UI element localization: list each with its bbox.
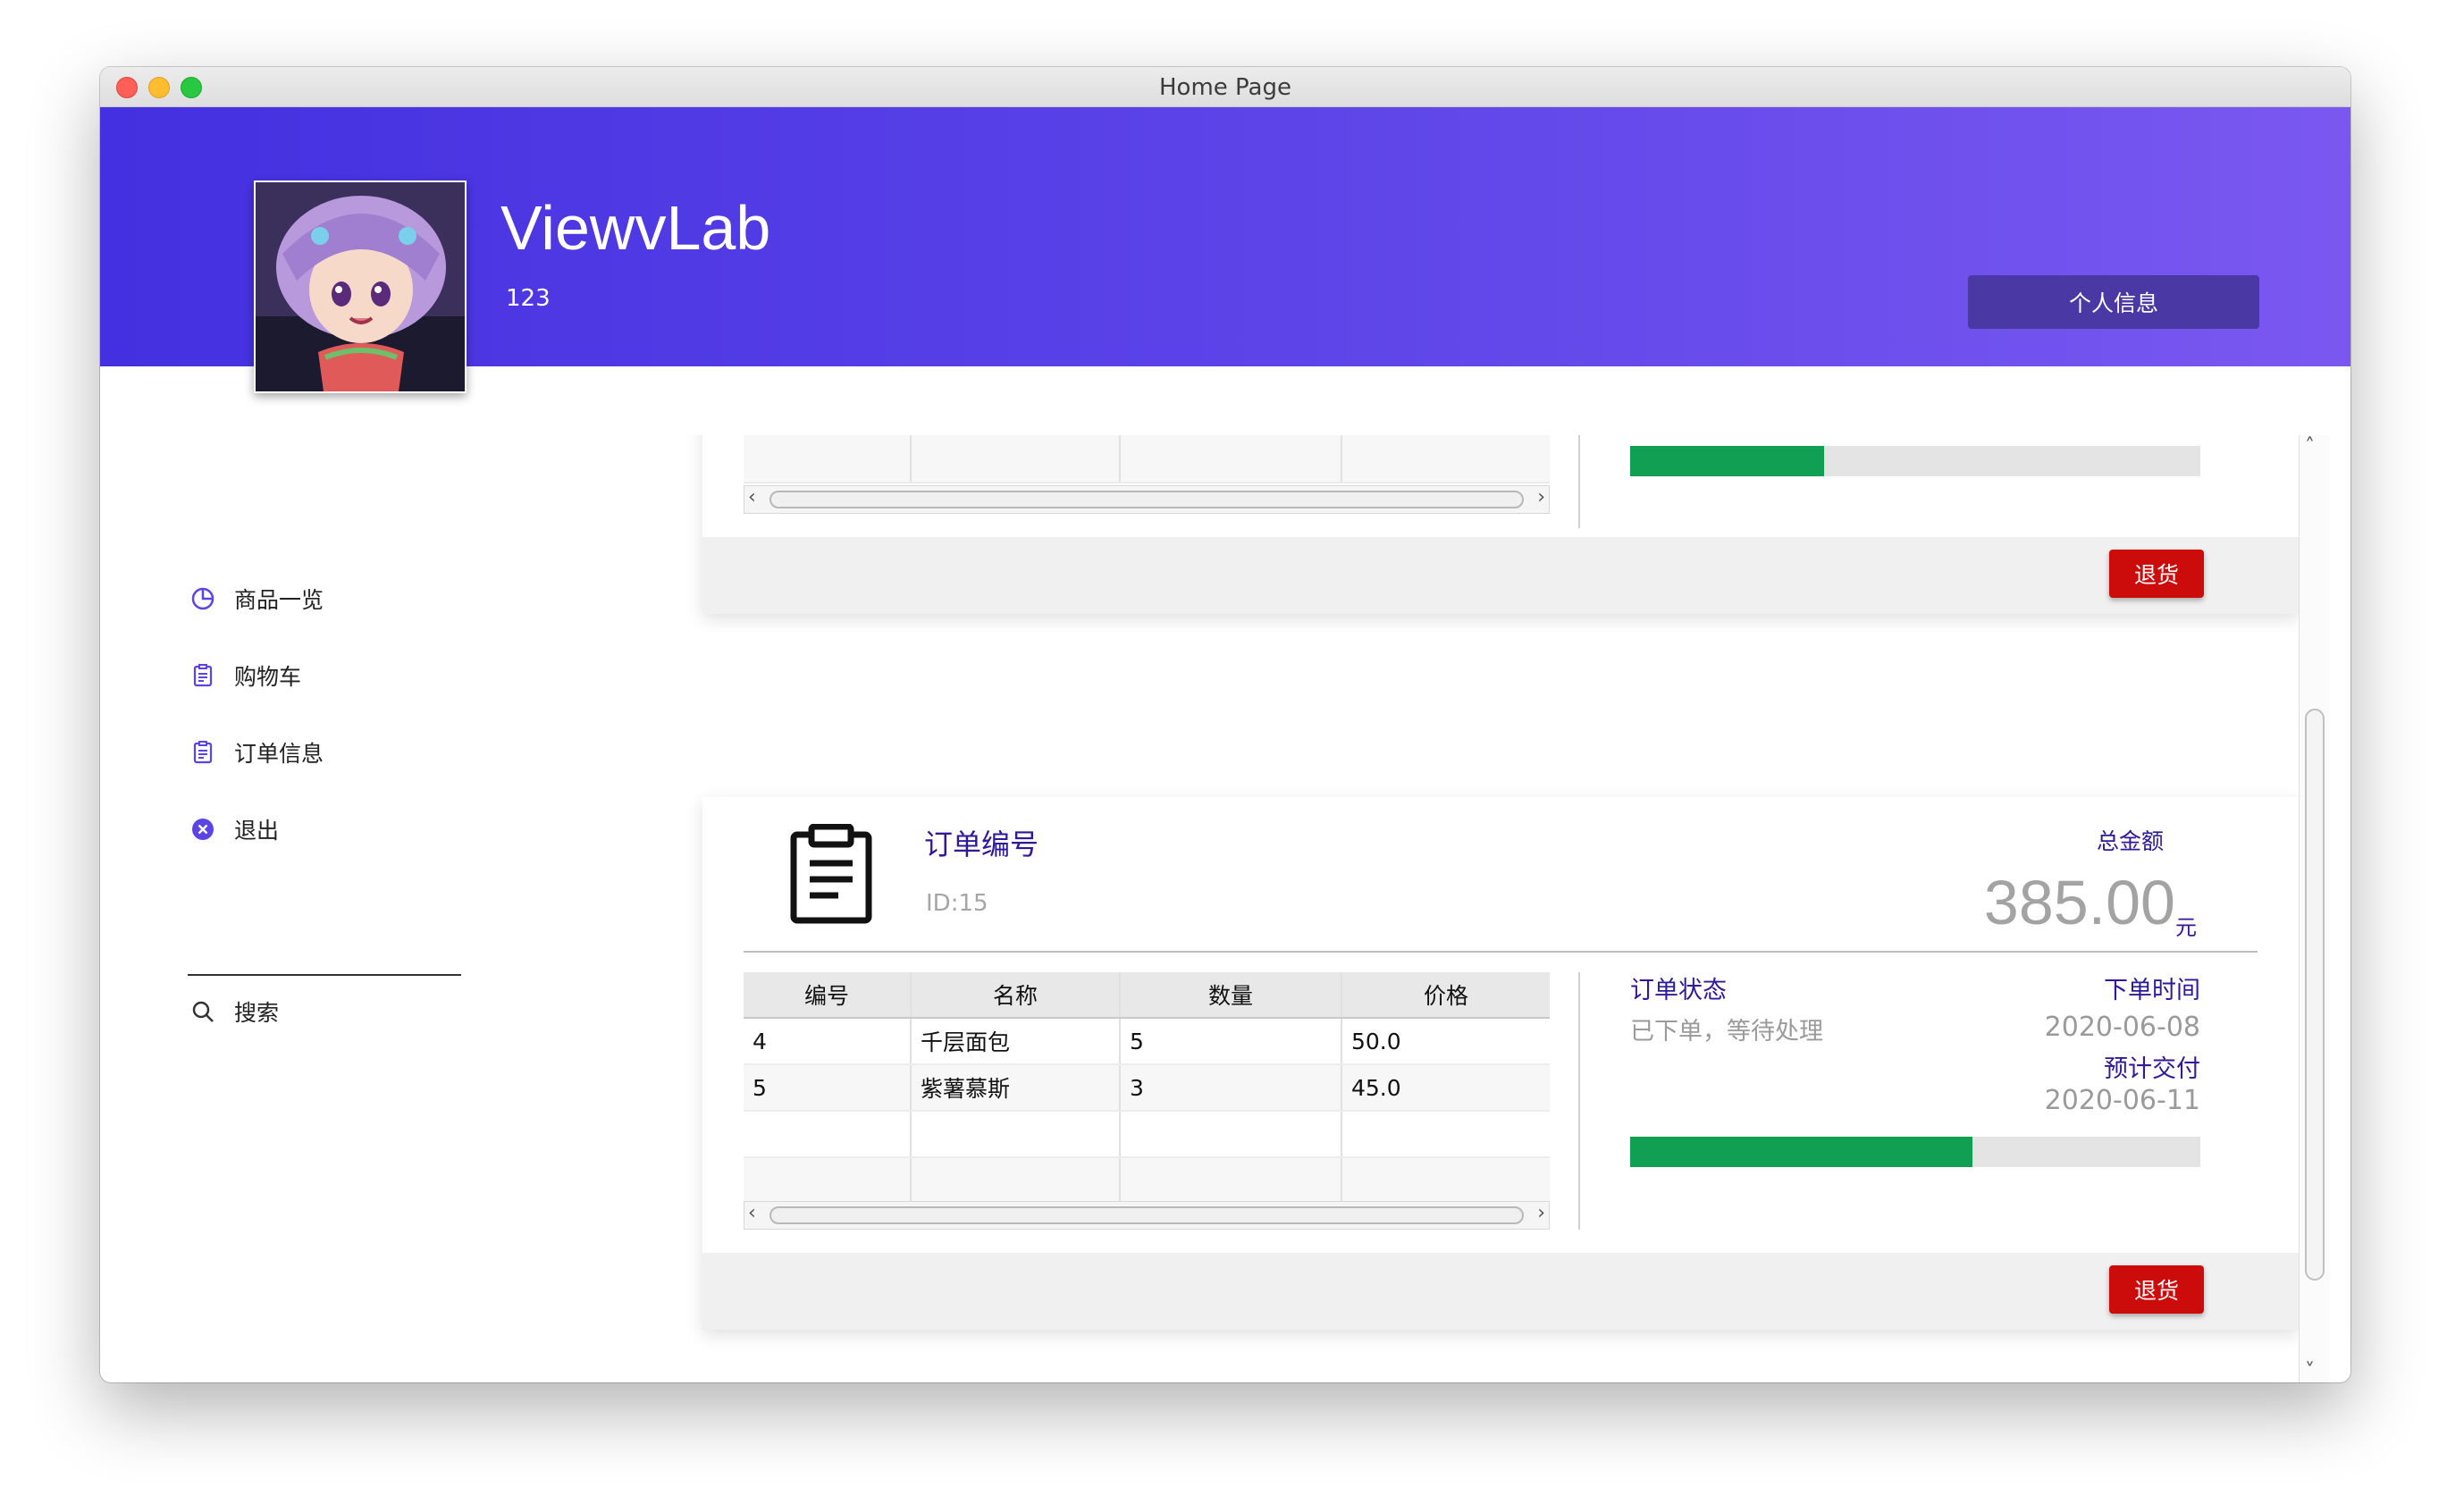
order-progress-bar xyxy=(1630,446,2200,476)
table-header-cell[interactable]: 编号 xyxy=(744,972,912,1017)
table-row[interactable]: 5 紫薯慕斯 3 45.0 xyxy=(744,1065,1550,1112)
return-button[interactable]: 退货 xyxy=(2109,550,2204,598)
scroll-down-icon[interactable]: ˅ xyxy=(2305,1360,2315,1382)
app-window: Home Page ViewvLab 123 个人信息 商品一览 购物车 订单信… xyxy=(100,67,2350,1382)
order-items-table xyxy=(744,435,1550,483)
order-progress-bar xyxy=(1630,1137,2200,1167)
table-cell: 45.0 xyxy=(1351,1074,1401,1101)
order-time-label: 下单时间 xyxy=(2104,977,2200,1004)
order-card: ‹ › 退货 xyxy=(702,435,2299,614)
sidebar-item-orders[interactable]: 订单信息 xyxy=(189,733,324,772)
status-label: 订单状态 xyxy=(1630,977,1727,1004)
sidebar-item-label: 订单信息 xyxy=(234,741,324,767)
sidebar-item-label: 退出 xyxy=(234,818,280,844)
clipboard-icon xyxy=(788,823,874,928)
sidebar-item-logout[interactable]: 退出 xyxy=(189,810,279,849)
order-id: ID:15 xyxy=(926,890,988,917)
order-card-footer: 退货 xyxy=(702,537,2299,614)
vertical-scrollbar-thumb[interactable] xyxy=(2305,709,2325,1281)
sidebar-search[interactable]: 搜索 xyxy=(189,992,279,1031)
table-header-cell[interactable]: 数量 xyxy=(1121,972,1342,1017)
order-items-table: 编号 名称 数量 价格 4 千层面包 5 50.0 5 紫薯慕斯 3 45.0 xyxy=(744,972,1550,1205)
table-cell: 4 xyxy=(744,1019,912,1063)
table-cell: 千层面包 xyxy=(912,1019,1121,1063)
table-cell: 紫薯慕斯 xyxy=(912,1065,1121,1110)
table-horizontal-scrollbar[interactable]: ‹ › xyxy=(744,1201,1550,1230)
user-id: 123 xyxy=(506,285,551,312)
currency-label: 元 xyxy=(2175,915,2197,940)
vertical-scrollbar[interactable]: ˄ ˅ xyxy=(2299,435,2330,1382)
window-title: Home Page xyxy=(1159,74,1291,101)
pie-chart-icon xyxy=(189,585,216,612)
total-label: 总金额 xyxy=(2097,828,2165,854)
table-row[interactable]: 4 千层面包 5 50.0 xyxy=(744,1019,1550,1065)
close-circle-icon xyxy=(189,816,216,843)
delivery-label: 预计交付 xyxy=(2104,1055,2200,1083)
table-horizontal-scrollbar[interactable]: ‹ › xyxy=(744,485,1550,514)
scroll-up-icon[interactable]: ˄ xyxy=(2305,435,2315,458)
profile-button[interactable]: 个人信息 xyxy=(1968,275,2259,329)
table-cell: 3 xyxy=(1121,1065,1342,1110)
divider xyxy=(1578,972,1580,1230)
search-icon xyxy=(189,998,216,1025)
orders-scroll-area[interactable]: ‹ › 退货 订单编号 ID:15 总金额 385.00 元 编号 名称 数量 … xyxy=(601,435,2299,1382)
divider xyxy=(1578,435,1580,528)
table-cell: 50.0 xyxy=(1351,1028,1401,1054)
title-bar: Home Page xyxy=(100,67,2350,107)
app-name: ViewvLab xyxy=(500,193,771,263)
document-icon xyxy=(189,662,216,689)
table-cell: 5 xyxy=(744,1065,912,1110)
table-header-cell[interactable]: 名称 xyxy=(912,972,1121,1017)
table-cell: 5 xyxy=(1121,1019,1342,1063)
card-divider xyxy=(744,951,2258,953)
search-label: 搜索 xyxy=(234,1000,280,1026)
sidebar-item-cart[interactable]: 购物车 xyxy=(189,656,301,695)
total-amount: 385.00 xyxy=(1983,868,2175,937)
delivery-time: 2020-06-11 xyxy=(2044,1085,2200,1116)
sidebar-item-label: 购物车 xyxy=(234,664,302,690)
scroll-right-icon[interactable]: › xyxy=(1537,1202,1545,1224)
sidebar: 商品一览 购物车 订单信息 退出 搜索 xyxy=(100,366,601,1376)
return-button[interactable]: 退货 xyxy=(2109,1265,2204,1314)
sidebar-item-label: 商品一览 xyxy=(234,587,324,613)
table-header-row: 编号 名称 数量 价格 xyxy=(744,972,1550,1019)
table-row-empty xyxy=(744,1112,1550,1158)
scroll-left-icon[interactable]: ‹ xyxy=(748,486,756,508)
table-row-empty xyxy=(744,1158,1550,1205)
order-card-footer: 退货 xyxy=(702,1253,2299,1330)
status-value: 已下单，等待处理 xyxy=(1630,1018,1823,1046)
sidebar-divider xyxy=(188,974,461,976)
sidebar-item-products[interactable]: 商品一览 xyxy=(189,579,324,618)
table-header-cell[interactable]: 价格 xyxy=(1342,972,1550,1017)
avatar xyxy=(254,181,467,393)
document-icon xyxy=(189,739,216,766)
order-title: 订单编号 xyxy=(924,827,1039,861)
order-card: 订单编号 ID:15 总金额 385.00 元 编号 名称 数量 价格 4 千层… xyxy=(702,797,2299,1330)
scroll-right-icon[interactable]: › xyxy=(1537,486,1545,508)
order-time: 2020-06-08 xyxy=(2044,1012,2200,1043)
scroll-left-icon[interactable]: ‹ xyxy=(748,1202,756,1224)
